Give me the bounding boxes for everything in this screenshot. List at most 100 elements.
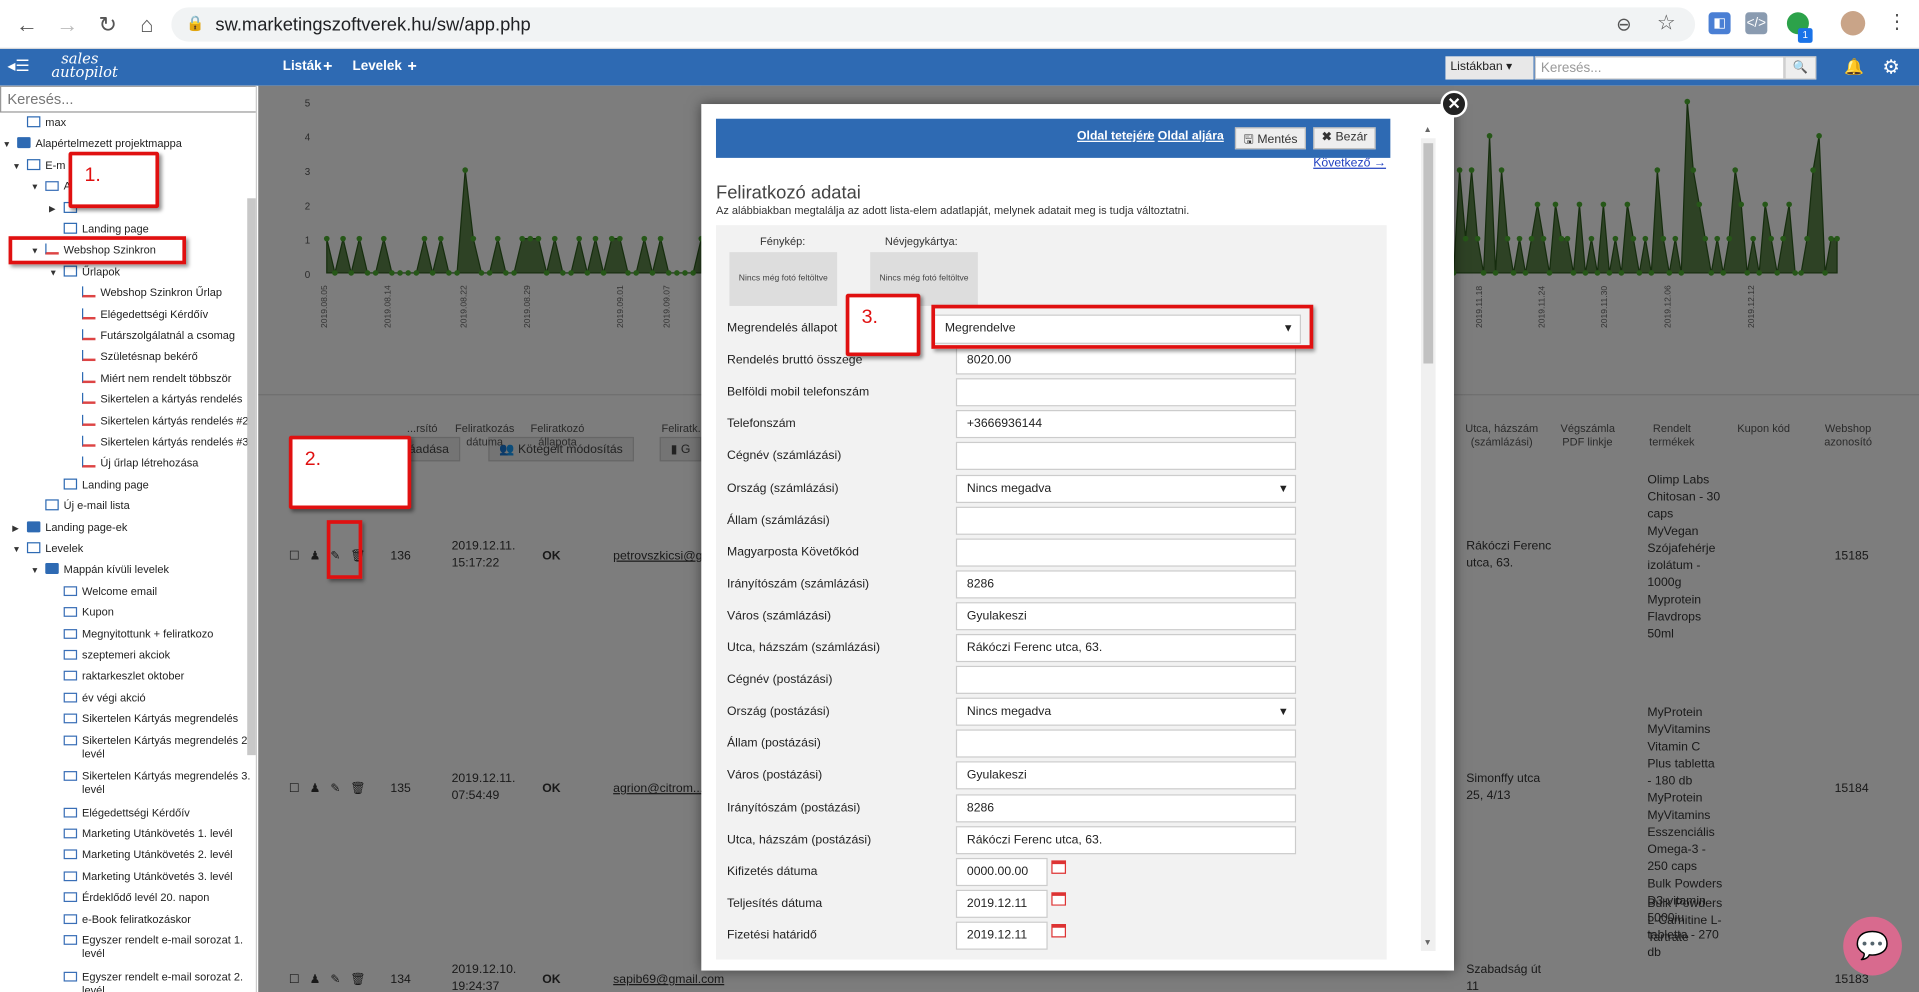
sidebar-item[interactable]: Webshop Szinkron Űrlap xyxy=(82,286,222,308)
text-field[interactable]: Gyulakeszi xyxy=(955,602,1297,631)
profile-avatar[interactable] xyxy=(1840,11,1866,36)
sidebar-search-input[interactable]: Keresés... xyxy=(0,85,256,113)
date-input[interactable]: 0000.00.00 xyxy=(955,857,1048,886)
modal-scrollbar[interactable]: ▲ ▼ xyxy=(1420,126,1436,951)
sidebar-item[interactable]: Sikertelen a kártyás rendelés xyxy=(82,393,242,414)
expand-toggle-icon[interactable]: ▼ xyxy=(31,565,39,578)
url-text[interactable]: sw.marketingszoftverek.hu/sw/app.php xyxy=(215,15,530,36)
text-field[interactable] xyxy=(955,506,1297,535)
menu-lists[interactable]: Listák xyxy=(283,59,322,74)
page-top-link[interactable]: Oldal tetejére xyxy=(1077,130,1155,143)
sidebar-item[interactable]: e-Book feliratkozáskor xyxy=(63,913,191,934)
field-label: Telefonszám xyxy=(726,417,796,432)
search-icon[interactable]: 🔍 xyxy=(1784,56,1817,80)
sidebar-item[interactable]: ▼ Levelek xyxy=(12,542,83,563)
zoom-icon[interactable]: ⊖ xyxy=(1616,13,1631,36)
sidebar-item[interactable]: Új e-mail lista xyxy=(45,499,130,521)
text-field[interactable]: +3666936144 xyxy=(955,410,1297,439)
notification-bell-icon[interactable]: 🔔 xyxy=(1844,58,1864,78)
sidebar-item[interactable]: Új űrlap létrehozása xyxy=(82,456,198,478)
expand-toggle-icon[interactable]: ▼ xyxy=(12,160,20,173)
sidebar-item[interactable]: Egyszer rendelt e-mail sorozat 1. levél xyxy=(63,934,243,960)
sidebar-item[interactable]: ▶ Landing page-ek xyxy=(12,520,127,542)
select-field[interactable]: Nincs megadva ▼ xyxy=(955,474,1297,503)
sidebar-item[interactable]: Marketing Utánkövetés 1. levél xyxy=(63,827,233,848)
sidebar-item[interactable]: ▼ Űrlapok xyxy=(49,265,120,286)
sidebar-item[interactable]: ▼ Mappán kívüli levelek xyxy=(31,563,169,584)
sidebar-item[interactable]: raktarkeszlet oktober xyxy=(63,670,184,691)
sidebar-scrollbar[interactable] xyxy=(247,198,256,756)
text-field[interactable] xyxy=(955,538,1297,567)
text-field[interactable]: Rákóczi Ferenc utca, 63. xyxy=(955,633,1297,663)
sidebar-item[interactable]: Sikertelen kártyás rendelés #3 xyxy=(82,435,249,457)
sidebar-item[interactable]: Születésnap bekérő xyxy=(82,350,198,372)
text-field[interactable]: 8286 xyxy=(955,570,1297,599)
sidebar-item[interactable]: Sikertelen Kártyás megrendelés xyxy=(63,713,239,734)
sidebar-item[interactable]: ▼ A xyxy=(31,180,71,201)
reload-icon[interactable]: ↻ xyxy=(93,10,122,39)
text-field[interactable]: 8020.00 xyxy=(955,346,1297,375)
sidebar-item[interactable]: Landing page xyxy=(63,478,149,499)
expand-toggle-icon[interactable]: ▶ xyxy=(12,522,19,535)
select-field[interactable]: Nincs megadva ▼ xyxy=(955,697,1297,727)
settings-gear-icon[interactable]: ⚙ xyxy=(1882,55,1900,79)
text-field[interactable]: Gyulakeszi xyxy=(955,761,1297,790)
expand-toggle-icon[interactable]: ▼ xyxy=(31,181,39,194)
modal-close-icon[interactable]: ✕ xyxy=(1440,90,1468,118)
add-list-icon[interactable]: + xyxy=(323,56,332,74)
date-input[interactable]: 2019.12.11 xyxy=(955,921,1048,950)
text-field[interactable]: 8286 xyxy=(955,793,1297,822)
bookmark-star-icon[interactable]: ☆ xyxy=(1657,11,1676,35)
sidebar-item[interactable]: Sikertelen kártyás rendelés #2 xyxy=(82,414,249,435)
extension-icon[interactable]: ◧ xyxy=(1708,12,1731,35)
sidebar-item[interactable]: Futárszolgálatnál a csomag xyxy=(82,329,235,350)
expand-toggle-icon[interactable]: ▼ xyxy=(49,267,57,280)
extension-code-icon[interactable]: </> xyxy=(1745,12,1768,35)
text-field[interactable] xyxy=(955,378,1297,407)
sidebar-item[interactable]: max xyxy=(26,116,66,137)
address-bar[interactable]: 🔒 sw.marketingszoftverek.hu/sw/app.php ⊖… xyxy=(171,7,1696,42)
calendar-icon[interactable] xyxy=(1051,860,1067,874)
sidebar-item[interactable]: Elégedettségi Kérdőív xyxy=(63,806,190,827)
date-input[interactable]: 2019.12.11 xyxy=(955,889,1048,918)
sidebar-item[interactable]: Egyszer rendelt e-mail sorozat 2. levél xyxy=(63,970,243,992)
add-email-icon[interactable]: + xyxy=(408,56,417,74)
sidebar-item[interactable]: Kupon xyxy=(63,606,114,627)
calendar-icon[interactable] xyxy=(1051,923,1067,938)
text-field[interactable] xyxy=(955,729,1297,758)
close-button[interactable]: ✖ Bezár xyxy=(1313,127,1377,150)
expand-toggle-icon[interactable]: ▼ xyxy=(12,543,20,556)
home-icon[interactable]: ⌂ xyxy=(132,10,161,39)
sidebar-item[interactable]: Elégedettségi Kérdőív xyxy=(82,307,208,329)
search-scope-select[interactable]: Listákban ▾ xyxy=(1445,56,1534,80)
chat-widget-icon[interactable]: 💬 xyxy=(1843,916,1902,976)
folder-icon xyxy=(26,520,41,532)
sidebar-item[interactable]: Érdeklődő levél 20. napon xyxy=(63,891,210,912)
photo-placeholder[interactable]: Nincs még fotó feltöltve xyxy=(729,252,838,306)
sidebar-item[interactable]: Marketing Utánkövetés 3. levél xyxy=(63,870,233,891)
sidebar-item[interactable]: szeptemeri akciok xyxy=(63,649,170,670)
sidebar-toggle-icon[interactable]: ◂☰ xyxy=(7,56,29,76)
calendar-icon[interactable] xyxy=(1051,891,1067,906)
sidebar-item[interactable]: év végi akció xyxy=(63,691,146,712)
sidebar-item[interactable]: Miért nem rendelt többször xyxy=(82,371,231,393)
sidebar-item[interactable]: Marketing Utánkövetés 2. levél xyxy=(63,849,233,870)
next-link[interactable]: Következő → xyxy=(1313,157,1386,170)
sidebar-item[interactable]: Welcome email xyxy=(63,585,157,606)
expand-toggle-icon[interactable]: ▼ xyxy=(2,139,10,152)
forward-icon[interactable]: → xyxy=(53,10,82,39)
page-bottom-link[interactable]: Oldal aljára xyxy=(1158,130,1224,143)
expand-toggle-icon[interactable]: ▶ xyxy=(49,203,56,216)
sidebar-item[interactable]: ▼ E-m xyxy=(12,158,66,180)
menu-emails[interactable]: Levelek xyxy=(352,59,401,74)
text-field[interactable] xyxy=(955,442,1297,471)
text-field[interactable] xyxy=(955,665,1297,695)
more-menu-icon[interactable]: ⋮ xyxy=(1887,10,1907,34)
top-search-input[interactable]: Keresés... xyxy=(1534,56,1785,80)
save-button[interactable]: 🖫 Mentés xyxy=(1234,127,1307,150)
sidebar-item[interactable]: Sikertelen Kártyás megrendelés 3. levél xyxy=(63,770,250,796)
back-icon[interactable]: ← xyxy=(12,10,41,39)
sidebar-item[interactable]: Sikertelen Kártyás megrendelés 2. levél xyxy=(63,734,250,760)
sidebar-item[interactable]: Megnyitottunk + feliratkozo xyxy=(63,627,214,648)
text-field[interactable]: Rákóczi Ferenc utca, 63. xyxy=(955,825,1297,854)
